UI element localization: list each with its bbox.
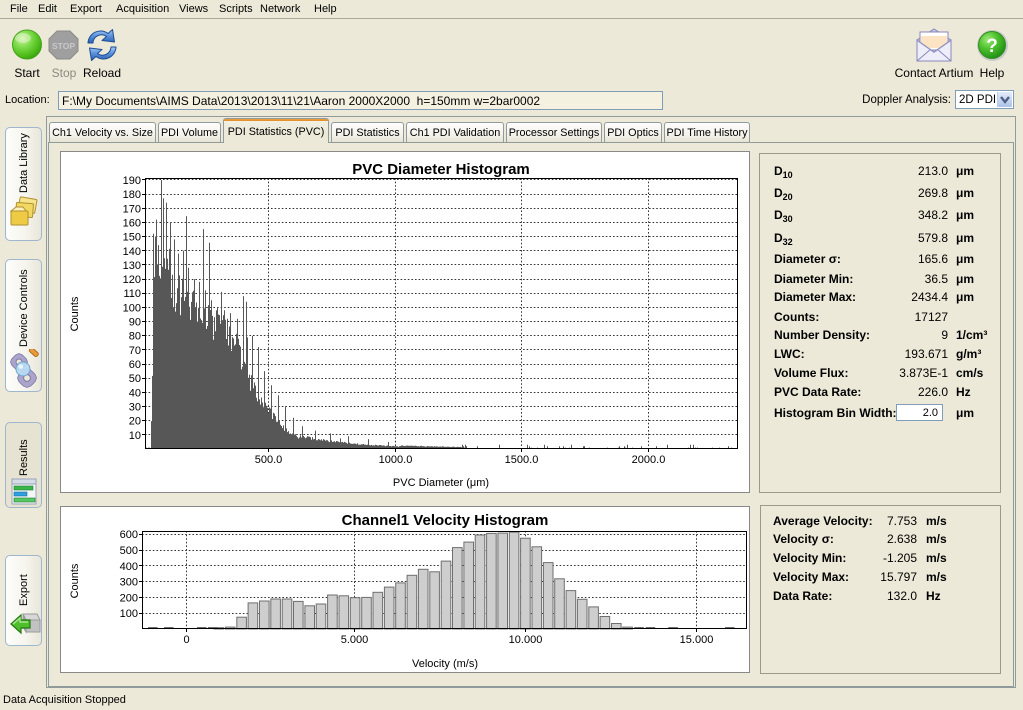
- svg-text:500: 500: [120, 545, 138, 557]
- svg-text:160: 160: [123, 217, 141, 229]
- svg-text:STOP: STOP: [52, 41, 75, 51]
- svg-text:70: 70: [129, 345, 141, 357]
- svg-text:400: 400: [120, 561, 138, 573]
- svg-text:Velocity (m/s): Velocity (m/s): [412, 658, 478, 670]
- svg-text:130: 130: [123, 260, 141, 272]
- svg-text:15.000: 15.000: [680, 634, 714, 646]
- svg-text:Counts: Counts: [69, 296, 81, 331]
- svg-text:Channel1 Velocity Histogram: Channel1 Velocity Histogram: [342, 512, 549, 529]
- svg-text:2000.0: 2000.0: [632, 454, 666, 466]
- svg-text:600: 600: [120, 529, 138, 541]
- svg-text:50: 50: [129, 373, 141, 385]
- svg-text:0: 0: [183, 634, 189, 646]
- svg-text:140: 140: [123, 246, 141, 258]
- svg-text:Counts: Counts: [69, 563, 81, 598]
- svg-text:190: 190: [123, 175, 141, 187]
- svg-text:100: 100: [123, 302, 141, 314]
- svg-text:110: 110: [123, 288, 141, 300]
- svg-text:120: 120: [123, 274, 141, 286]
- svg-text:30: 30: [129, 402, 141, 414]
- svg-text:PVC Diameter (μm): PVC Diameter (μm): [393, 477, 489, 489]
- svg-text:200: 200: [120, 592, 138, 604]
- svg-text:PVC Diameter Histogram: PVC Diameter Histogram: [352, 161, 530, 178]
- svg-text:?: ?: [986, 36, 998, 57]
- svg-text:170: 170: [123, 203, 141, 215]
- svg-text:40: 40: [129, 387, 141, 399]
- svg-text:180: 180: [123, 189, 141, 201]
- svg-text:10.000: 10.000: [509, 634, 543, 646]
- svg-text:500.0: 500.0: [255, 454, 283, 466]
- svg-text:1500.0: 1500.0: [505, 454, 539, 466]
- svg-text:60: 60: [129, 359, 141, 371]
- svg-text:100: 100: [120, 608, 138, 620]
- svg-text:300: 300: [120, 577, 138, 589]
- svg-text:90: 90: [129, 317, 141, 329]
- svg-text:1000.0: 1000.0: [379, 454, 413, 466]
- svg-text:5.000: 5.000: [341, 634, 369, 646]
- svg-text:80: 80: [129, 331, 141, 343]
- svg-text:150: 150: [123, 232, 141, 244]
- svg-text:20: 20: [129, 416, 141, 428]
- svg-text:10: 10: [129, 430, 141, 442]
